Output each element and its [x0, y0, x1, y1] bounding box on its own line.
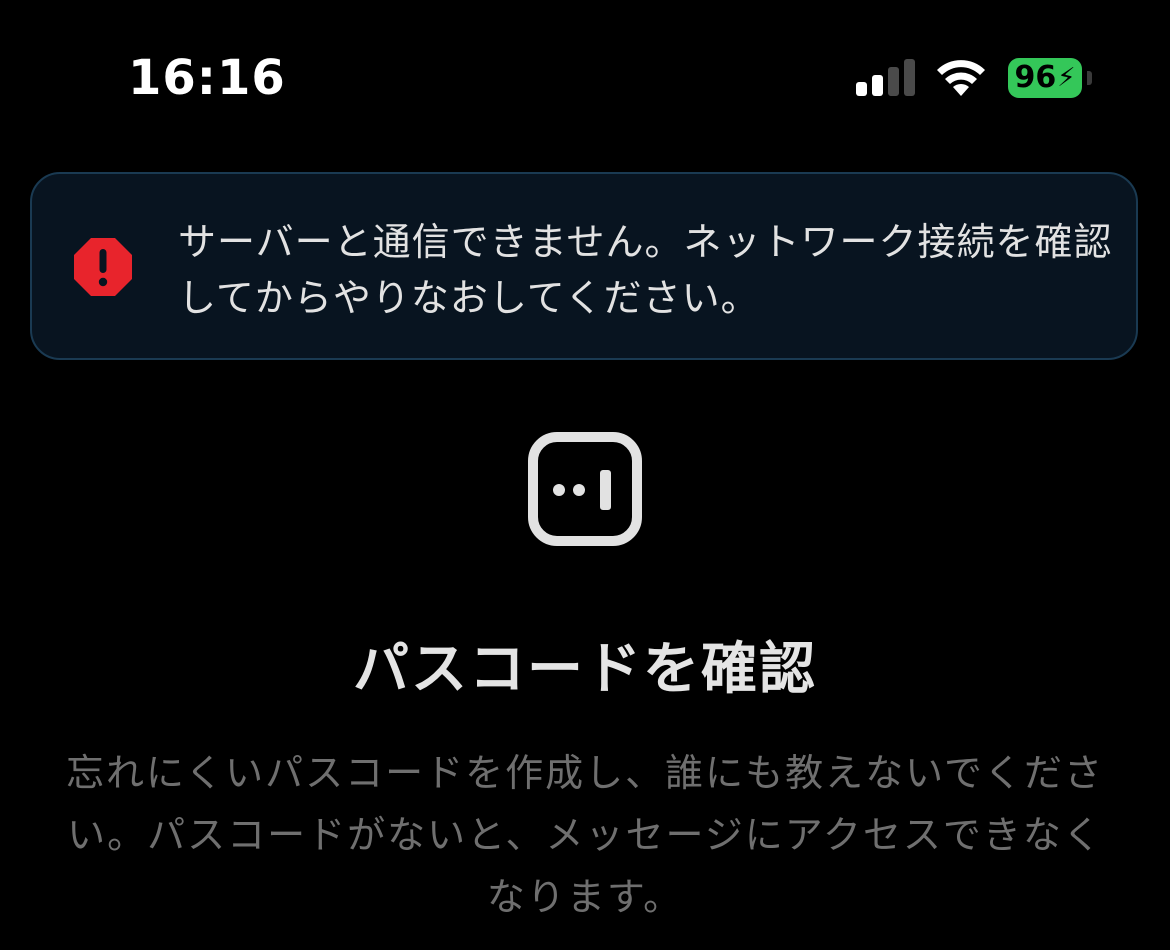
signal-bar [904, 59, 915, 96]
error-banner: サーバーと通信できません。ネットワーク接続を確認してからやりなおしてください。 [30, 172, 1138, 360]
status-bar: 16:16 96 ⚡ [0, 0, 1170, 150]
error-octagon-icon [74, 238, 132, 296]
battery-body: 96 ⚡ [1008, 58, 1082, 98]
passcode-field-icon [528, 432, 642, 546]
passcode-description: 忘れにくいパスコードを作成し、誰にも教えないでください。パスコードがないと、メッ… [65, 751, 1105, 919]
signal-bar [888, 67, 899, 96]
battery-charging-icon: 96 ⚡ [1008, 58, 1092, 98]
cellular-signal-icon [856, 58, 916, 96]
charging-bolt-icon: ⚡ [1057, 63, 1076, 93]
battery-percent: 96 [1014, 60, 1057, 95]
wifi-icon [937, 60, 985, 96]
battery-cap [1087, 71, 1092, 85]
signal-bar [872, 75, 883, 96]
signal-bar [856, 82, 867, 96]
page-title: パスコードを確認 [353, 637, 817, 702]
error-message: サーバーと通信できません。ネットワーク接続を確認してからやりなおしてください。 [178, 220, 1113, 320]
status-time: 16:16 [128, 50, 286, 106]
